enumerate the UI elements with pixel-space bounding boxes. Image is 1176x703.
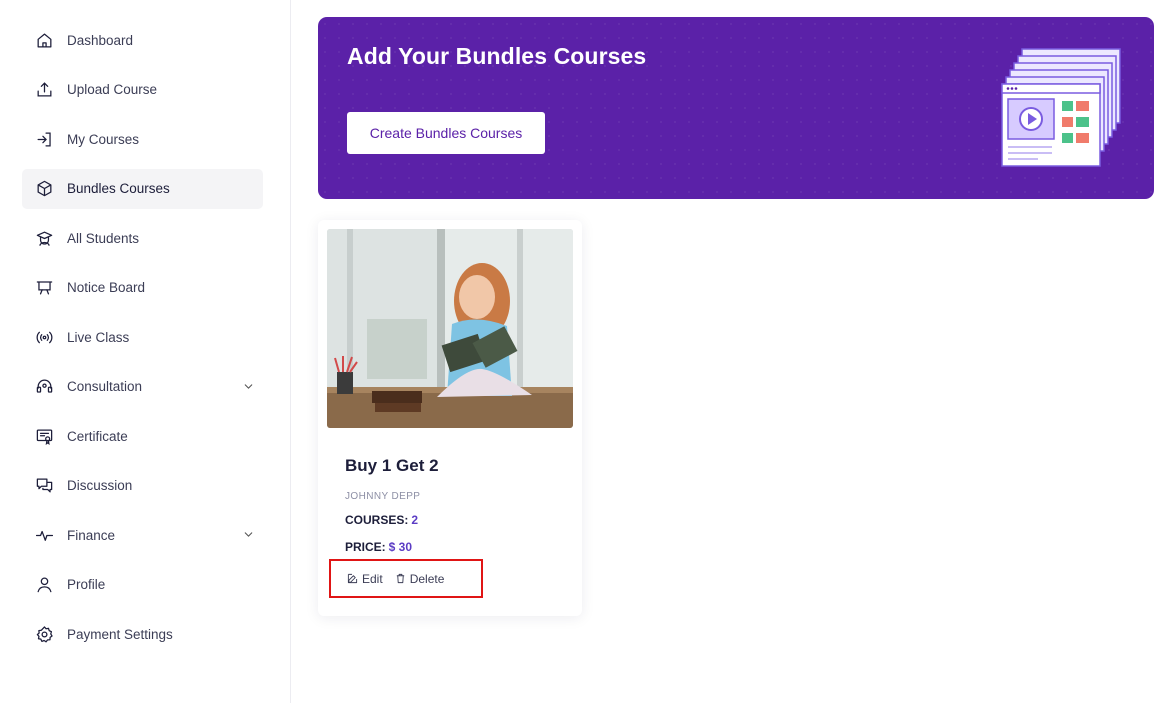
student-icon: [34, 228, 54, 248]
broadcast-icon: [34, 327, 54, 347]
sidebar-item-live-class[interactable]: Live Class: [22, 317, 263, 357]
sidebar-item-label: Profile: [67, 577, 106, 592]
upload-icon: [34, 80, 54, 100]
sidebar-item-label: Certificate: [67, 428, 128, 444]
pulse-icon: [34, 525, 54, 545]
courses-label: COURSES:: [345, 513, 409, 527]
price-label: PRICE:: [345, 540, 386, 554]
sidebar: Dashboard Upload Course My Courses Bundl…: [0, 0, 291, 703]
sidebar-item-label: Finance: [67, 527, 116, 543]
edit-label: Edit: [362, 571, 383, 586]
sidebar-item-label: My Courses: [67, 131, 140, 147]
courses-count: COURSES: 2: [345, 513, 418, 527]
sidebar-item-profile[interactable]: Profile: [22, 565, 263, 605]
sidebar-item-my-courses[interactable]: My Courses: [22, 119, 263, 159]
course-price: PRICE: $ 30: [345, 540, 412, 554]
create-bundles-courses-button[interactable]: Create Bundles Courses: [347, 112, 545, 154]
chevron-down-icon[interactable]: [242, 528, 255, 541]
sidebar-item-label: Dashboard: [67, 32, 134, 48]
board-icon: [34, 278, 54, 298]
card-actions-highlight: Edit Delete: [329, 559, 483, 598]
sidebar-item-upload-course[interactable]: Upload Course: [22, 70, 263, 110]
sidebar-item-label: All Students: [67, 230, 140, 246]
banner-title: Add Your Bundles Courses: [347, 43, 647, 69]
delete-button[interactable]: Delete: [395, 571, 445, 586]
certificate-icon: [34, 426, 54, 446]
sidebar-item-notice-board[interactable]: Notice Board: [22, 268, 263, 308]
sidebar-item-certificate[interactable]: Certificate: [22, 416, 263, 456]
sidebar-item-payment-settings[interactable]: Payment Settings: [22, 614, 263, 654]
sidebar-item-discussion[interactable]: Discussion: [22, 466, 263, 506]
gear-icon: [34, 624, 54, 644]
delete-label: Delete: [409, 571, 445, 586]
sidebar-item-consultation[interactable]: Consultation: [22, 367, 263, 407]
sidebar-item-label: Notice Board: [67, 280, 146, 295]
course-title[interactable]: Buy 1 Get 2: [345, 456, 439, 476]
price-value: $ 30: [388, 540, 413, 554]
chevron-down-icon[interactable]: [242, 380, 255, 393]
sidebar-item-label: Discussion: [67, 478, 133, 493]
bundles-banner: Add Your Bundles Courses Create Bundles …: [318, 17, 1154, 199]
sidebar-item-label: Payment Settings: [67, 626, 173, 642]
sidebar-item-label: Consultation: [67, 379, 143, 394]
bundle-course-card[interactable]: Buy 1 Get 2 JOHNNY DEPP COURSES: 2 PRICE:…: [318, 220, 582, 616]
sidebar-nav: Dashboard Upload Course My Courses Bundl…: [0, 0, 290, 654]
sidebar-item-label: Live Class: [67, 329, 130, 345]
main-content: Add Your Bundles Courses Create Bundles …: [291, 0, 1176, 703]
courses-value: 2: [411, 513, 419, 527]
box-icon: [34, 179, 54, 199]
sidebar-item-dashboard[interactable]: Dashboard: [22, 20, 263, 60]
course-thumbnail[interactable]: [327, 229, 573, 428]
sidebar-item-finance[interactable]: Finance: [22, 515, 263, 555]
edit-icon: [347, 573, 358, 584]
sidebar-item-bundles-courses[interactable]: Bundles Courses: [22, 168, 263, 209]
trash-icon: [396, 573, 404, 584]
home-icon: [34, 30, 54, 50]
headset-icon: [34, 377, 54, 397]
course-author: JOHNNY DEPP: [345, 491, 421, 502]
sidebar-item-label: Bundles Courses: [67, 181, 170, 196]
user-icon: [34, 575, 54, 595]
edit-button[interactable]: Edit: [347, 572, 383, 586]
chat-icon: [34, 476, 54, 496]
sidebar-item-label: Upload Course: [67, 82, 158, 97]
login-arrow-icon: [34, 129, 54, 149]
course-video-illustration: [1001, 48, 1121, 167]
sidebar-item-all-students[interactable]: All Students: [22, 218, 263, 258]
